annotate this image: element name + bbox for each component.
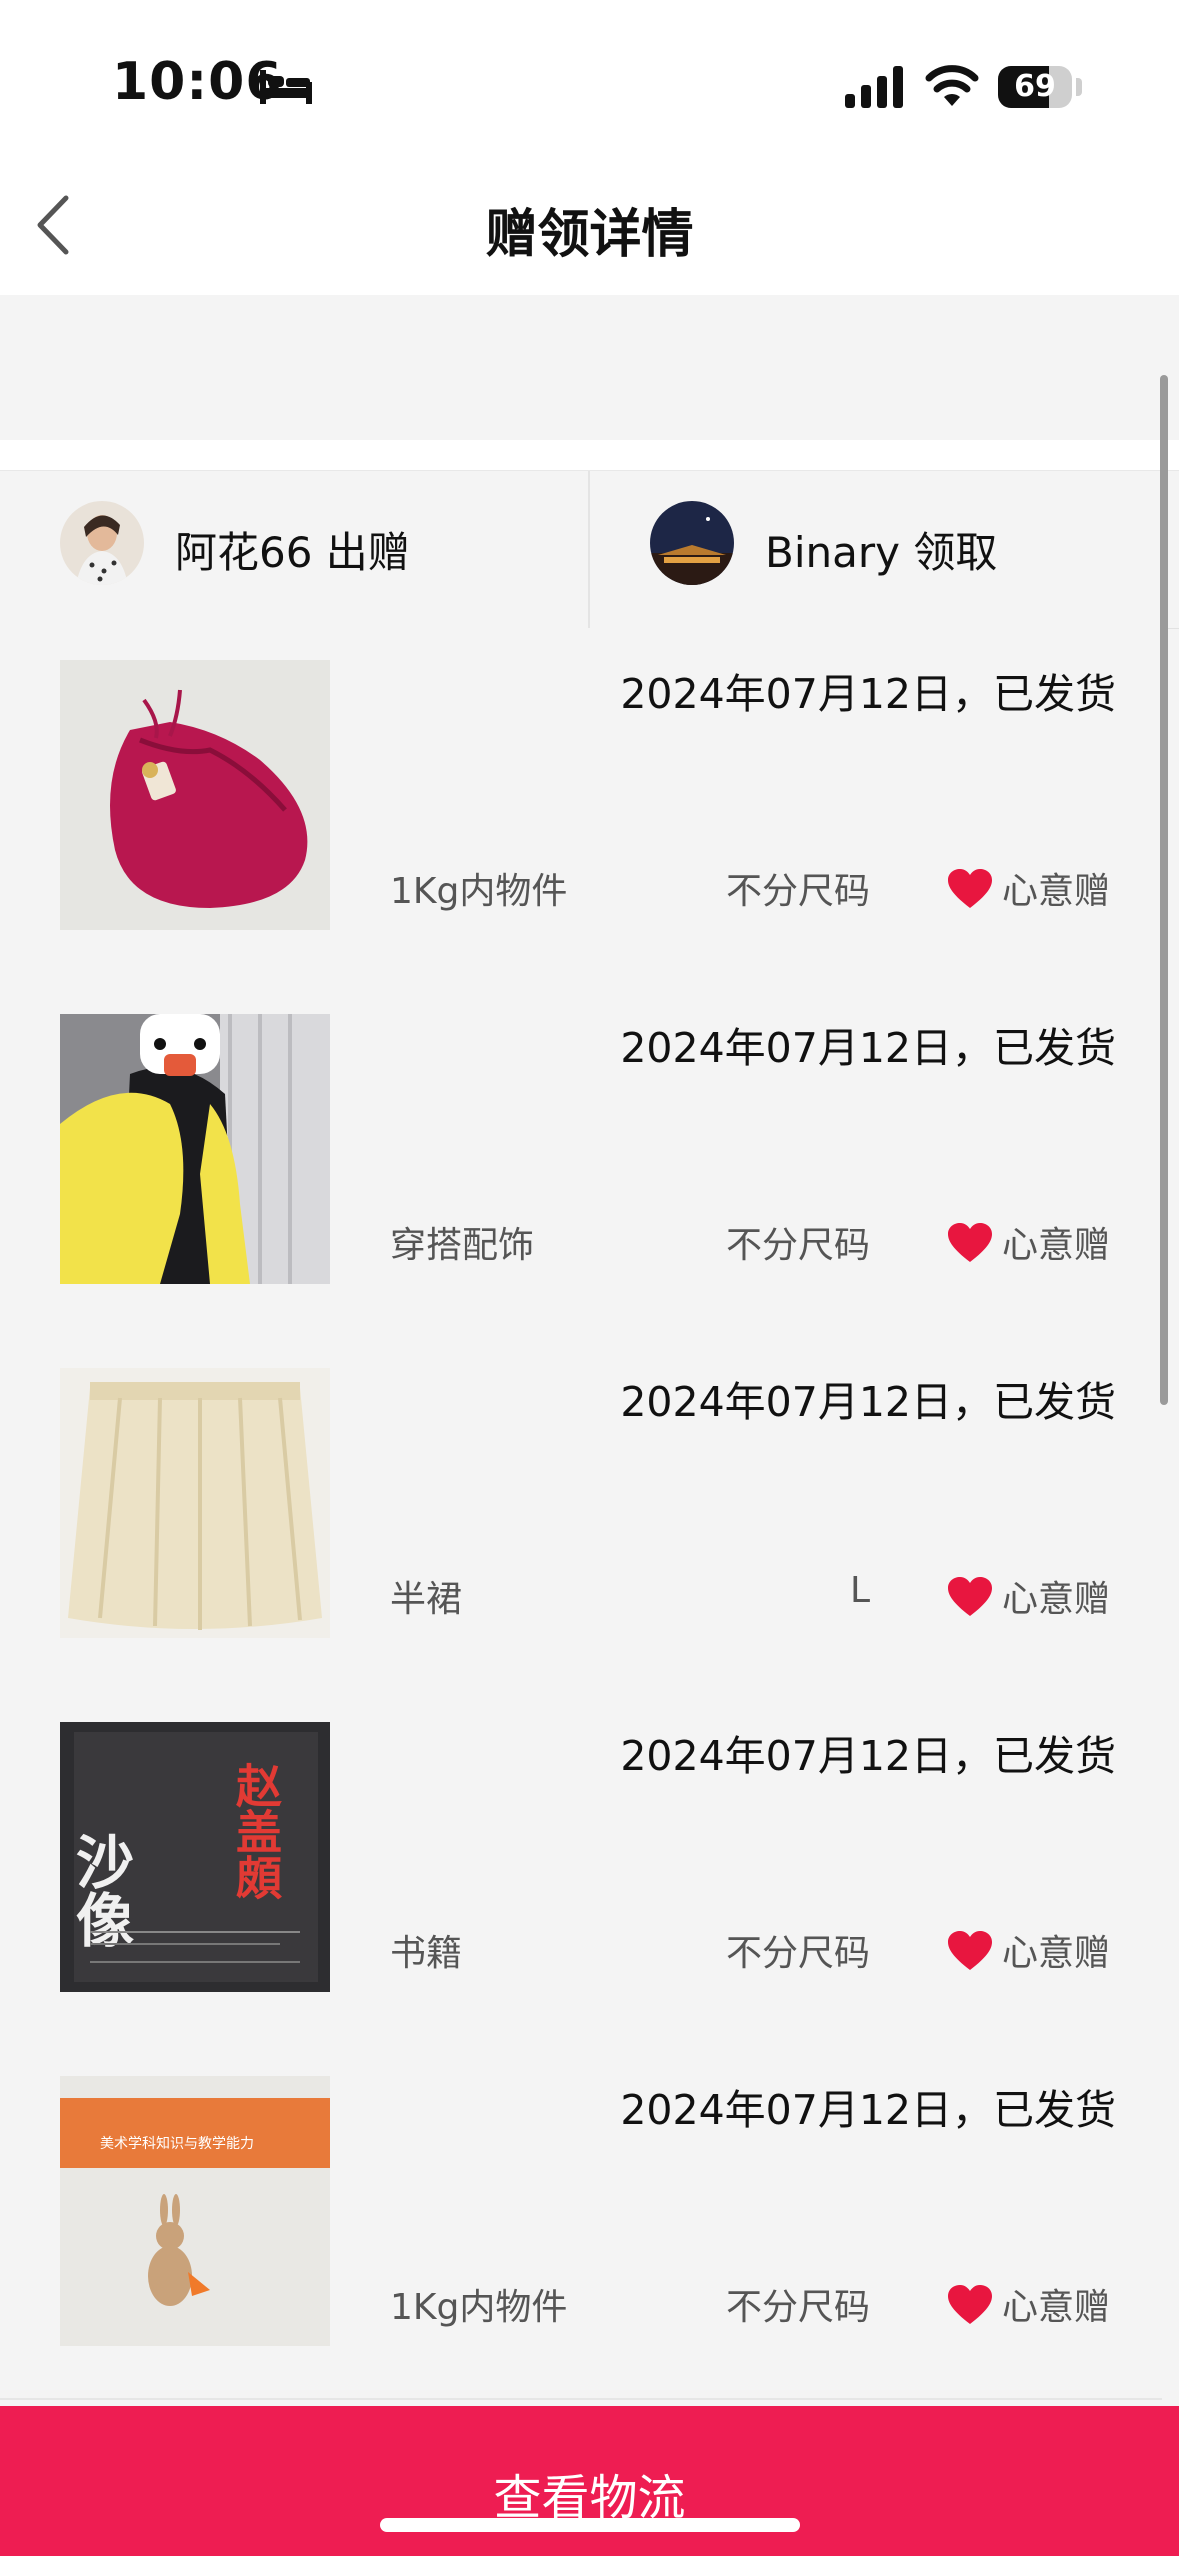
receiver-avatar[interactable] [650,501,734,585]
item-category: 1Kg内物件 [390,2287,568,2328]
battery-percent: 69 [1014,69,1056,104]
book-cover-banner: 美术学科知识与教学能力 [100,2135,254,2152]
item-size: 不分尺码 [725,2287,870,2328]
giver-name: 阿花66 出赠 [175,528,410,577]
receiver-name: Binary 领取 [765,528,998,577]
list-item[interactable]: 美术学科知识与教学能力 2024年07月12日，已发货 1Kg内物件 不分尺码 … [0,2044,1162,2400]
scrollbar[interactable] [1160,375,1168,1405]
list-item[interactable]: 2024年07月12日，已发货 1Kg内物件 不分尺码 心意赠 [0,628,1162,984]
home-indicator[interactable] [380,2518,800,2532]
book-cover-title-right: 赵盖頗 [229,1762,283,1900]
list-item[interactable]: 2024年07月12日，已发货 半裙 L 心意赠 [0,1336,1162,1692]
item-size: 不分尺码 [725,1933,870,1974]
bed-icon [260,70,312,104]
giver-avatar[interactable] [60,501,144,585]
nav-bar: 赠领详情 [0,150,1179,295]
heart-icon [948,1577,992,1616]
wifi-icon [925,65,979,106]
item-photo-book-art: 美术学科知识与教学能力 [60,2076,330,2346]
item-category: 穿搭配饰 [390,1225,535,1266]
list-item[interactable]: 沙像 赵盖頗 2024年07月12日，已发货 书籍 不分尺码 心意赠 [0,1690,1162,2046]
item-date: 2024年07月12日，已发货 [620,1732,1116,1780]
section-divider [0,440,1179,470]
gift-type-label: 心意赠 [1002,871,1111,912]
heart-icon [948,1223,992,1262]
parties-row: 阿花66 出赠 Binary 领取 [0,470,1179,629]
status-bar: 10:06 69 [0,0,1179,150]
heart-icon [948,1931,992,1970]
item-category: 半裙 [390,1579,463,1620]
item-date: 2024年07月12日，已发货 [620,2086,1116,2134]
gift-type-label: 心意赠 [1002,2287,1111,2328]
cellular-signal-icon [845,66,903,108]
item-size: 不分尺码 [725,871,870,912]
item-size: 不分尺码 [725,1225,870,1266]
heart-icon [948,869,992,908]
battery-icon: 69 [998,66,1074,108]
item-category: 1Kg内物件 [390,871,568,912]
item-date: 2024年07月12日，已发货 [620,1024,1116,1072]
battery-tip [1076,78,1082,96]
item-category: 书籍 [390,1933,463,1974]
item-photo-scarf [60,1014,330,1284]
item-photo-book-sketch: 沙像 赵盖頗 [60,1722,330,1992]
status-time: 10:06 [112,52,283,112]
book-cover-title-left: 沙像 [66,1832,134,1948]
header-spacer [0,295,1179,440]
list-item[interactable]: 2024年07月12日，已发货 穿搭配饰 不分尺码 心意赠 [0,982,1162,1338]
item-photo-pouch [60,660,330,930]
heart-icon [948,2285,992,2324]
page-title: 赠领详情 [485,205,694,265]
view-logistics-button[interactable]: 查看物流 [0,2406,1179,2556]
gift-type-label: 心意赠 [1002,1933,1111,1974]
party-divider [588,471,590,628]
item-size: L [849,1570,870,1611]
item-photo-skirt [60,1368,330,1638]
gift-type-label: 心意赠 [1002,1579,1111,1620]
item-date: 2024年07月12日，已发货 [620,1378,1116,1426]
item-date: 2024年07月12日，已发货 [620,670,1116,718]
gift-type-label: 心意赠 [1002,1225,1111,1266]
